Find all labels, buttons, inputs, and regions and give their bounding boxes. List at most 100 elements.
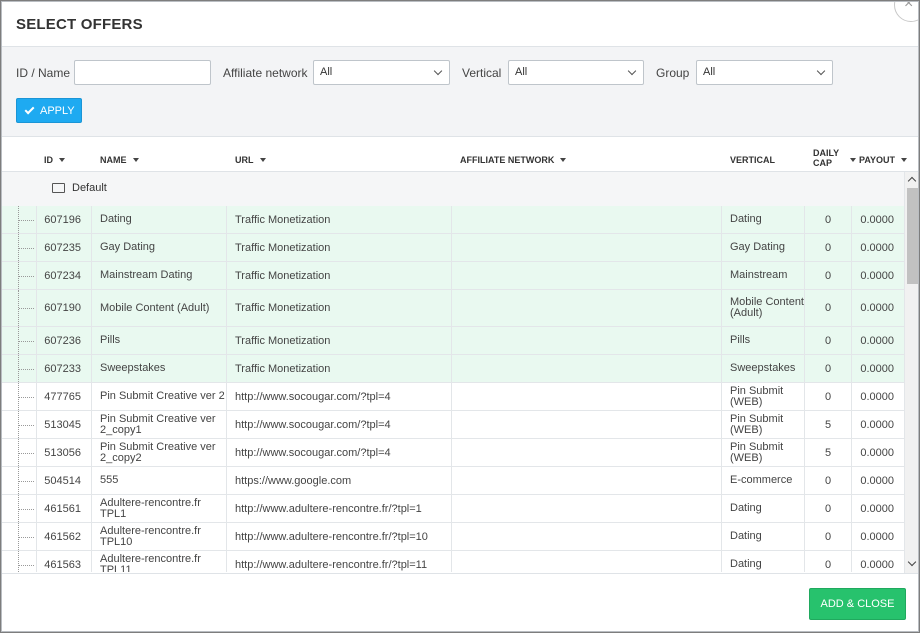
cell-affiliate-network	[452, 467, 722, 494]
select-offers-dialog: SELECT OFFERS × ID / Name Affiliate netw…	[1, 1, 919, 632]
cell-id: 513056	[36, 439, 92, 466]
chevron-down-icon	[433, 66, 443, 76]
dialog-header: SELECT OFFERS	[2, 2, 918, 47]
cell-affiliate-network	[452, 551, 722, 572]
chevron-down-icon	[627, 66, 637, 76]
table-row[interactable]: 461562 Adultere-rencontre.fr TPL10 http://…	[2, 523, 904, 551]
cell-url: Traffic Monetization	[227, 355, 452, 382]
column-header-daily-cap[interactable]: DAILY CAP	[813, 148, 839, 168]
cell-url: http://www.socougar.com/?tpl=4	[227, 411, 452, 438]
cell-payout: 0.0000	[860, 362, 894, 375]
scroll-up-arrow-icon[interactable]	[907, 176, 917, 186]
cell-daily-cap: 0	[805, 290, 852, 326]
column-header-payout-label: PAYOUT	[859, 155, 896, 165]
cell-daily-cap: 0	[805, 551, 852, 572]
cell-affiliate-network	[452, 290, 722, 326]
table-row[interactable]: 477765 Pin Submit Creative ver 2 http://ww…	[2, 383, 904, 411]
cell-affiliate-network	[452, 383, 722, 410]
table-row[interactable]: 607235 Gay Dating Traffic Monetization Gay …	[2, 234, 904, 262]
cell-vertical: Pin Submit (WEB)	[722, 411, 805, 438]
cell-url: https://www.google.com	[227, 467, 452, 494]
cell-affiliate-network	[452, 411, 722, 438]
chevron-down-icon	[816, 66, 826, 76]
cell-daily-cap: 0	[805, 355, 852, 382]
table-row[interactable]: 461561 Adultere-rencontre.fr TPL1 http://w…	[2, 495, 904, 523]
table-row[interactable]: 607190 Mobile Content (Adult) Traffic Mone…	[2, 290, 904, 327]
column-header-affiliate-network-label: AFFILIATE NETWORK	[460, 155, 555, 165]
table-row[interactable]: 513056 Pin Submit Creative ver 2_copy2 htt…	[2, 439, 904, 467]
column-header-payout[interactable]: PAYOUT	[850, 155, 908, 165]
cell-affiliate-network	[452, 234, 722, 261]
group-label: Group	[656, 66, 690, 80]
cell-url: Traffic Monetization	[227, 234, 452, 261]
cell-id: 607233	[36, 355, 92, 382]
cell-name: Sweepstakes	[92, 355, 227, 382]
cell-name: Pin Submit Creative ver 2	[92, 383, 227, 410]
tree-connector	[18, 411, 36, 438]
cell-affiliate-network	[452, 206, 722, 233]
column-header-url[interactable]: URL	[235, 155, 266, 165]
table-row[interactable]: 607233 Sweepstakes Traffic Monetization Swe…	[2, 355, 904, 383]
group-label-default: Default	[72, 182, 107, 194]
cell-id: 607190	[36, 290, 92, 326]
vertical-value: All	[515, 66, 528, 78]
cell-affiliate-network	[452, 439, 722, 466]
table-header: ID NAME URL AFFILIATE NETWORK VERTICAL D…	[2, 138, 918, 172]
sort-caret-icon	[850, 158, 856, 162]
table-row[interactable]: 504514 555 https://www.google.com E-commerc…	[2, 467, 904, 495]
id-name-input[interactable]	[74, 60, 211, 85]
table-row[interactable]: 513045 Pin Submit Creative ver 2_copy1 htt…	[2, 411, 904, 439]
daily-cap-label-line1: DAILY	[813, 148, 840, 158]
cell-name: Adultere-rencontre.fr TPL10	[92, 523, 227, 550]
table-row[interactable]: 607236 Pills Traffic Monetization Pills 0 0.0…	[2, 327, 904, 355]
table-row[interactable]: 461563 Adultere-rencontre.fr TPL11 http://…	[2, 551, 904, 572]
cell-url: http://www.adultere-rencontre.fr/?tpl=10	[227, 523, 452, 550]
group-select[interactable]: All	[696, 60, 833, 85]
cell-id: 504514	[36, 467, 92, 494]
cell-id: 607236	[36, 327, 92, 354]
cell-daily-cap: 5	[805, 439, 852, 466]
group-value: All	[703, 66, 716, 78]
tree-connector	[18, 290, 36, 326]
tree-connector	[18, 551, 36, 572]
apply-button[interactable]: APPLY	[16, 98, 82, 123]
column-header-name[interactable]: NAME	[100, 155, 139, 165]
table-scrollbar[interactable]	[904, 172, 918, 573]
affiliate-network-select[interactable]: All	[313, 60, 450, 85]
table-row[interactable]: 607234 Mainstream Dating Traffic Monetizat…	[2, 262, 904, 290]
cell-id: 607235	[36, 234, 92, 261]
dialog-footer: ADD & CLOSE	[2, 573, 918, 631]
scrollbar-thumb[interactable]	[907, 188, 918, 284]
cell-url: http://www.socougar.com/?tpl=4	[227, 439, 452, 466]
column-header-vertical[interactable]: VERTICAL	[730, 155, 775, 165]
column-header-affiliate-network[interactable]: AFFILIATE NETWORK	[460, 155, 567, 165]
cell-name: Mainstream Dating	[92, 262, 227, 289]
cell-vertical: Pin Submit (WEB)	[722, 383, 805, 410]
cell-affiliate-network	[452, 495, 722, 522]
cell-name: Pin Submit Creative ver 2_copy2	[92, 439, 227, 466]
column-header-id[interactable]: ID	[44, 155, 65, 165]
apply-label: APPLY	[40, 105, 75, 117]
cell-name: Mobile Content (Adult)	[92, 290, 227, 326]
table-row[interactable]: 607196 Dating Traffic Monetization Dating 0 0…	[2, 206, 904, 234]
cell-payout: 0.0000	[860, 302, 894, 314]
group-row-default[interactable]: Default	[2, 172, 904, 206]
cell-url: Traffic Monetization	[227, 262, 452, 289]
cell-vertical: Pills	[722, 327, 805, 354]
cell-daily-cap: 0	[805, 327, 852, 354]
offers-table-body: Default 607196 Dating Traffic Monetization…	[2, 172, 904, 572]
cell-url: http://www.socougar.com/?tpl=4	[227, 383, 452, 410]
dialog-title: SELECT OFFERS	[16, 16, 143, 33]
add-and-close-button[interactable]: ADD & CLOSE	[809, 588, 906, 620]
daily-cap-label-line2: CAP	[813, 158, 833, 168]
tree-connector	[18, 327, 36, 354]
scroll-down-arrow-icon[interactable]	[907, 557, 917, 567]
cell-name: Adultere-rencontre.fr TPL11	[92, 551, 227, 572]
cell-daily-cap: 0	[805, 523, 852, 550]
cell-name: Dating	[92, 206, 227, 233]
cell-payout: 0.0000	[860, 269, 894, 282]
cell-payout: 0.0000	[860, 390, 894, 403]
sort-caret-icon	[59, 158, 65, 162]
cell-affiliate-network	[452, 327, 722, 354]
vertical-select[interactable]: All	[508, 60, 644, 85]
